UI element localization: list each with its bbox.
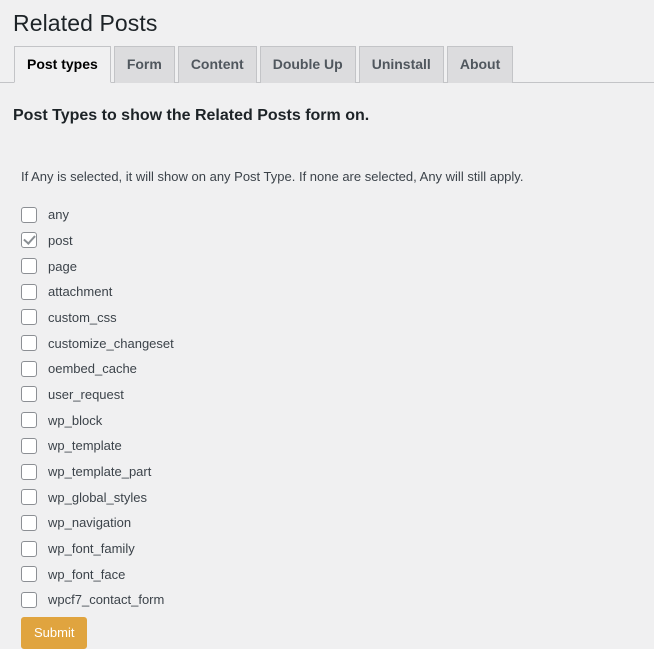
section-heading: Post Types to show the Related Posts for…: [13, 106, 370, 124]
tab-content[interactable]: Content: [177, 45, 257, 83]
checkbox-icon[interactable]: [21, 489, 37, 506]
intro-description: If Any is selected, it will show on any …: [21, 169, 524, 185]
post-type-label[interactable]: post: [37, 234, 73, 247]
post-type-row[interactable]: wpcf7_contact_form: [21, 587, 641, 613]
tab-post-types[interactable]: Post types: [14, 45, 111, 83]
post-type-label[interactable]: custom_css: [37, 311, 117, 324]
post-type-row[interactable]: customize_changeset: [21, 330, 641, 356]
checkbox-icon[interactable]: [21, 283, 37, 300]
settings-content: Post Types to show the Related Posts for…: [0, 83, 654, 649]
post-type-label[interactable]: wp_block: [37, 414, 102, 427]
post-type-label[interactable]: wp_global_styles: [37, 491, 147, 504]
checkbox-icon[interactable]: [21, 335, 37, 352]
post-type-label[interactable]: wp_template_part: [37, 465, 151, 478]
post-type-row[interactable]: user_request: [21, 382, 641, 408]
post-type-row[interactable]: any: [21, 202, 641, 228]
post-type-label[interactable]: any: [37, 208, 69, 221]
checkbox-icon[interactable]: [21, 540, 37, 557]
post-type-label[interactable]: wp_navigation: [37, 516, 131, 529]
tab-double-up[interactable]: Double Up: [259, 45, 356, 83]
submit-row: Submit: [13, 613, 641, 649]
checkbox-icon[interactable]: [21, 566, 37, 583]
post-type-row[interactable]: wp_font_face: [21, 561, 641, 587]
post-type-label[interactable]: oembed_cache: [37, 362, 137, 375]
post-type-label[interactable]: customize_changeset: [37, 337, 174, 350]
post-type-row[interactable]: custom_css: [21, 305, 641, 331]
checkbox-icon[interactable]: [21, 591, 37, 608]
checkbox-icon[interactable]: [21, 206, 37, 223]
submit-button[interactable]: Submit: [21, 616, 88, 649]
post-type-row[interactable]: attachment: [21, 279, 641, 305]
post-type-label[interactable]: user_request: [37, 388, 124, 401]
post-type-label[interactable]: attachment: [37, 285, 112, 298]
post-type-row[interactable]: wp_global_styles: [21, 484, 641, 510]
post-type-row[interactable]: post: [21, 227, 641, 253]
post-type-label[interactable]: page: [37, 260, 77, 273]
checkbox-icon[interactable]: [21, 463, 37, 480]
post-type-label[interactable]: wp_font_face: [37, 568, 125, 581]
checkbox-icon[interactable]: [21, 258, 37, 274]
post-type-row[interactable]: page: [21, 253, 641, 279]
checkbox-icon[interactable]: [21, 386, 37, 403]
post-types-checkbox-list: any post page attachment custom_css customize…: [13, 187, 641, 613]
checkbox-icon[interactable]: [21, 514, 37, 531]
post-type-row[interactable]: oembed_cache: [21, 356, 641, 382]
post-type-row[interactable]: wp_template: [21, 433, 641, 459]
checkbox-icon[interactable]: [21, 360, 37, 377]
checkbox-icon[interactable]: [21, 437, 37, 454]
post-type-row[interactable]: wp_template_part: [21, 459, 641, 485]
checkbox-icon[interactable]: [21, 412, 37, 429]
tab-form[interactable]: Form: [113, 45, 175, 83]
post-type-row[interactable]: wp_font_family: [21, 536, 641, 562]
settings-tab-bar: Post types Form Content Double Up Uninstall A…: [0, 43, 654, 83]
checkbox-icon[interactable]: [21, 309, 37, 326]
post-type-label[interactable]: wp_font_family: [37, 542, 135, 555]
tab-uninstall[interactable]: Uninstall: [358, 45, 444, 83]
post-type-label[interactable]: wp_template: [37, 439, 122, 452]
post-type-row[interactable]: wp_block: [21, 407, 641, 433]
checkbox-checked-icon[interactable]: [21, 232, 37, 249]
tab-about[interactable]: About: [446, 45, 514, 83]
post-type-row[interactable]: wp_navigation: [21, 510, 641, 536]
post-type-label[interactable]: wpcf7_contact_form: [37, 593, 164, 606]
page-title: Related Posts: [13, 10, 158, 36]
